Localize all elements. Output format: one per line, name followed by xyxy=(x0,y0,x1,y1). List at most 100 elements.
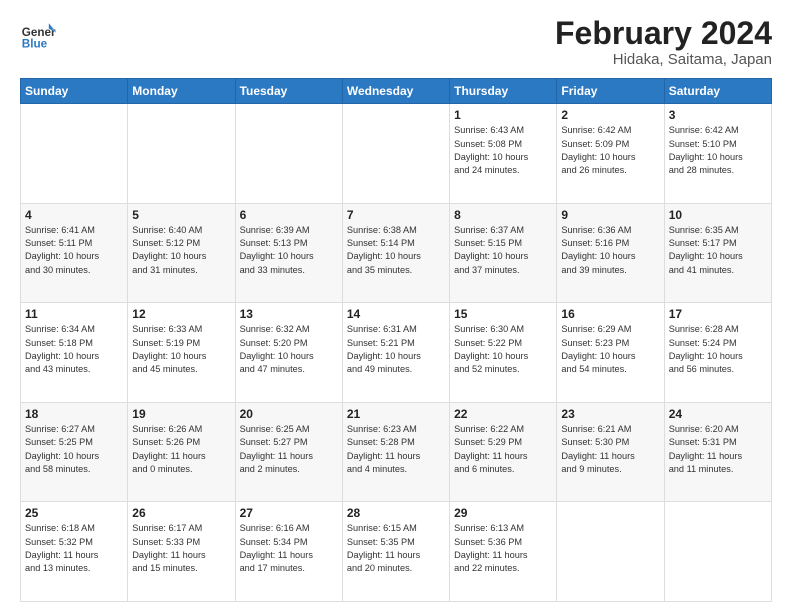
day-info: Sunrise: 6:30 AM Sunset: 5:22 PM Dayligh… xyxy=(454,323,552,376)
calendar-cell xyxy=(557,502,664,602)
calendar-cell: 7Sunrise: 6:38 AM Sunset: 5:14 PM Daylig… xyxy=(342,203,449,303)
day-info: Sunrise: 6:32 AM Sunset: 5:20 PM Dayligh… xyxy=(240,323,338,376)
calendar-table: SundayMondayTuesdayWednesdayThursdayFrid… xyxy=(20,78,772,602)
day-number: 21 xyxy=(347,407,445,421)
calendar-week-2: 4 Sunrise: 6:41 AM Sunset: 5:11 PM Daylig… xyxy=(21,203,772,303)
calendar-cell: 11Sunrise: 6:34 AM Sunset: 5:18 PM Dayli… xyxy=(21,303,128,403)
header: General Blue February 2024 Hidaka, Saita… xyxy=(20,16,772,68)
day-number: 12 xyxy=(132,307,230,321)
sub-title: Hidaka, Saitama, Japan xyxy=(555,51,772,68)
day-info: Sunrise: 6:41 AM Sunset: 5:11 PM Dayligh… xyxy=(25,224,123,277)
day-info: Sunrise: 6:33 AM Sunset: 5:19 PM Dayligh… xyxy=(132,323,230,376)
calendar-cell: 22 Sunrise: 6:22 AM Sunset: 5:29 PM Dayli… xyxy=(450,402,557,502)
day-info: Sunrise: 6:42 AM Sunset: 5:09 PM Dayligh… xyxy=(561,124,659,177)
weekday-header-wednesday: Wednesday xyxy=(342,79,449,104)
calendar-cell: 8 Sunrise: 6:37 AM Sunset: 5:15 PM Daylig… xyxy=(450,203,557,303)
day-info: Sunrise: 6:17 AM Sunset: 5:33 PM Dayligh… xyxy=(132,522,230,575)
day-info: Sunrise: 6:15 AM Sunset: 5:35 PM Dayligh… xyxy=(347,522,445,575)
day-info: Sunrise: 6:36 AM Sunset: 5:16 PM Dayligh… xyxy=(561,224,659,277)
day-info: Sunrise: 6:26 AM Sunset: 5:26 PM Dayligh… xyxy=(132,423,230,476)
day-info: Sunrise: 6:13 AM Sunset: 5:36 PM Dayligh… xyxy=(454,522,552,575)
day-info: Sunrise: 6:23 AM Sunset: 5:28 PM Dayligh… xyxy=(347,423,445,476)
calendar-cell xyxy=(664,502,771,602)
calendar-cell: 29 Sunrise: 6:13 AM Sunset: 5:36 PM Dayli… xyxy=(450,502,557,602)
title-block: February 2024 Hidaka, Saitama, Japan xyxy=(555,16,772,68)
calendar-cell: 16 Sunrise: 6:29 AM Sunset: 5:23 PM Dayli… xyxy=(557,303,664,403)
day-number: 14 xyxy=(347,307,445,321)
day-info: Sunrise: 6:25 AM Sunset: 5:27 PM Dayligh… xyxy=(240,423,338,476)
day-info: Sunrise: 6:34 AM Sunset: 5:18 PM Dayligh… xyxy=(25,323,123,376)
day-info: Sunrise: 6:31 AM Sunset: 5:21 PM Dayligh… xyxy=(347,323,445,376)
day-info: Sunrise: 6:37 AM Sunset: 5:15 PM Dayligh… xyxy=(454,224,552,277)
weekday-header-sunday: Sunday xyxy=(21,79,128,104)
calendar-cell: 9 Sunrise: 6:36 AM Sunset: 5:16 PM Daylig… xyxy=(557,203,664,303)
day-number: 5 xyxy=(132,208,230,222)
day-number: 24 xyxy=(669,407,767,421)
day-number: 15 xyxy=(454,307,552,321)
day-info: Sunrise: 6:20 AM Sunset: 5:31 PM Dayligh… xyxy=(669,423,767,476)
day-info: Sunrise: 6:27 AM Sunset: 5:25 PM Dayligh… xyxy=(25,423,123,476)
day-number: 20 xyxy=(240,407,338,421)
day-info: Sunrise: 6:38 AM Sunset: 5:14 PM Dayligh… xyxy=(347,224,445,277)
day-info: Sunrise: 6:16 AM Sunset: 5:34 PM Dayligh… xyxy=(240,522,338,575)
calendar-cell: 2 Sunrise: 6:42 AM Sunset: 5:09 PM Daylig… xyxy=(557,104,664,204)
day-number: 16 xyxy=(561,307,659,321)
calendar-cell: 23 Sunrise: 6:21 AM Sunset: 5:30 PM Dayli… xyxy=(557,402,664,502)
day-info: Sunrise: 6:21 AM Sunset: 5:30 PM Dayligh… xyxy=(561,423,659,476)
calendar-cell: 6 Sunrise: 6:39 AM Sunset: 5:13 PM Daylig… xyxy=(235,203,342,303)
day-number: 23 xyxy=(561,407,659,421)
day-number: 9 xyxy=(561,208,659,222)
calendar-cell xyxy=(342,104,449,204)
calendar-cell: 27 Sunrise: 6:16 AM Sunset: 5:34 PM Dayli… xyxy=(235,502,342,602)
day-number: 17 xyxy=(669,307,767,321)
calendar-cell: 12 Sunrise: 6:33 AM Sunset: 5:19 PM Dayli… xyxy=(128,303,235,403)
calendar-cell: 14 Sunrise: 6:31 AM Sunset: 5:21 PM Dayli… xyxy=(342,303,449,403)
calendar-cell: 5Sunrise: 6:40 AM Sunset: 5:12 PM Daylig… xyxy=(128,203,235,303)
day-info: Sunrise: 6:22 AM Sunset: 5:29 PM Dayligh… xyxy=(454,423,552,476)
day-number: 27 xyxy=(240,506,338,520)
day-number: 18 xyxy=(25,407,123,421)
day-number: 22 xyxy=(454,407,552,421)
day-info: Sunrise: 6:42 AM Sunset: 5:10 PM Dayligh… xyxy=(669,124,767,177)
calendar-cell xyxy=(128,104,235,204)
day-info: Sunrise: 6:28 AM Sunset: 5:24 PM Dayligh… xyxy=(669,323,767,376)
day-number: 4 xyxy=(25,208,123,222)
day-info: Sunrise: 6:43 AM Sunset: 5:08 PM Dayligh… xyxy=(454,124,552,177)
weekday-header-monday: Monday xyxy=(128,79,235,104)
calendar-week-1: 1 Sunrise: 6:43 AM Sunset: 5:08 PM Daylig… xyxy=(21,104,772,204)
weekday-header-friday: Friday xyxy=(557,79,664,104)
day-number: 29 xyxy=(454,506,552,520)
calendar-cell: 24 Sunrise: 6:20 AM Sunset: 5:31 PM Dayli… xyxy=(664,402,771,502)
day-info: Sunrise: 6:35 AM Sunset: 5:17 PM Dayligh… xyxy=(669,224,767,277)
calendar-cell: 15 Sunrise: 6:30 AM Sunset: 5:22 PM Dayli… xyxy=(450,303,557,403)
day-info: Sunrise: 6:39 AM Sunset: 5:13 PM Dayligh… xyxy=(240,224,338,277)
day-info: Sunrise: 6:18 AM Sunset: 5:32 PM Dayligh… xyxy=(25,522,123,575)
calendar-cell xyxy=(235,104,342,204)
day-number: 28 xyxy=(347,506,445,520)
day-number: 26 xyxy=(132,506,230,520)
day-number: 13 xyxy=(240,307,338,321)
day-info: Sunrise: 6:29 AM Sunset: 5:23 PM Dayligh… xyxy=(561,323,659,376)
calendar-cell: 17 Sunrise: 6:28 AM Sunset: 5:24 PM Dayli… xyxy=(664,303,771,403)
calendar-week-3: 11Sunrise: 6:34 AM Sunset: 5:18 PM Dayli… xyxy=(21,303,772,403)
page: General Blue February 2024 Hidaka, Saita… xyxy=(0,0,792,612)
day-number: 1 xyxy=(454,108,552,122)
main-title: February 2024 xyxy=(555,16,772,51)
calendar-cell: 4 Sunrise: 6:41 AM Sunset: 5:11 PM Daylig… xyxy=(21,203,128,303)
calendar-cell: 21 Sunrise: 6:23 AM Sunset: 5:28 PM Dayli… xyxy=(342,402,449,502)
day-number: 10 xyxy=(669,208,767,222)
calendar-cell: 1 Sunrise: 6:43 AM Sunset: 5:08 PM Daylig… xyxy=(450,104,557,204)
day-number: 8 xyxy=(454,208,552,222)
calendar-cell: 3Sunrise: 6:42 AM Sunset: 5:10 PM Daylig… xyxy=(664,104,771,204)
calendar-week-5: 25 Sunrise: 6:18 AM Sunset: 5:32 PM Dayli… xyxy=(21,502,772,602)
day-number: 25 xyxy=(25,506,123,520)
logo: General Blue xyxy=(20,16,56,52)
day-number: 6 xyxy=(240,208,338,222)
calendar-cell: 28 Sunrise: 6:15 AM Sunset: 5:35 PM Dayli… xyxy=(342,502,449,602)
calendar-cell: 25 Sunrise: 6:18 AM Sunset: 5:32 PM Dayli… xyxy=(21,502,128,602)
weekday-header-saturday: Saturday xyxy=(664,79,771,104)
calendar-cell: 20 Sunrise: 6:25 AM Sunset: 5:27 PM Dayli… xyxy=(235,402,342,502)
logo-icon: General Blue xyxy=(20,16,56,52)
calendar-week-4: 18 Sunrise: 6:27 AM Sunset: 5:25 PM Dayli… xyxy=(21,402,772,502)
day-number: 2 xyxy=(561,108,659,122)
